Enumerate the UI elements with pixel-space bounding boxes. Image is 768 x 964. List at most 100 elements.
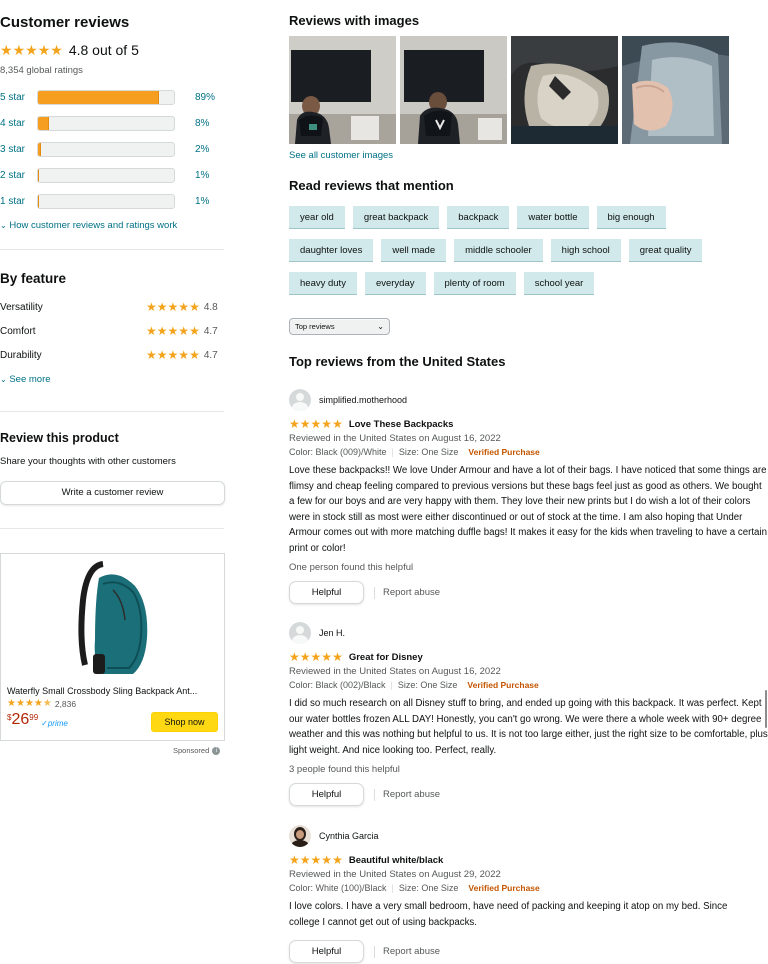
avatar: [289, 622, 311, 644]
histogram-percent[interactable]: 2%: [195, 144, 209, 155]
product-image[interactable]: [73, 560, 153, 678]
mention-chip[interactable]: school year: [523, 272, 595, 295]
divider: [0, 528, 224, 529]
review-attributes: Color: White (100)/Black | Size: One Size V…: [289, 883, 540, 893]
review-stars-icon: ★ ★ ★ ★ ★: [289, 853, 343, 867]
chevron-down-icon: ⌄: [377, 322, 384, 331]
histogram-label[interactable]: 5 star: [0, 92, 37, 103]
review-image-thumb[interactable]: [511, 36, 618, 144]
feature-stars-icon: ★ ★ ★ ★ ★: [146, 348, 200, 362]
shop-now-button[interactable]: Shop now: [151, 712, 218, 732]
author-name[interactable]: Jen H.: [319, 628, 345, 638]
chevron-down-icon: ⌄: [0, 221, 7, 230]
mention-chip[interactable]: plenty of room: [433, 272, 516, 295]
mention-chip[interactable]: well made: [381, 239, 447, 262]
mention-chip[interactable]: big enough: [596, 206, 666, 229]
see-more-link[interactable]: ⌄ See more: [0, 374, 51, 385]
verified-purchase-badge: Verified Purchase: [468, 447, 540, 457]
review-title-row[interactable]: ★ ★ ★ ★ ★ Love These Backpacks: [289, 418, 768, 430]
histogram-percent[interactable]: 8%: [195, 118, 209, 129]
histogram-percent[interactable]: 89%: [195, 92, 215, 103]
see-more-label[interactable]: See more: [9, 374, 50, 385]
mention-chip[interactable]: everyday: [364, 272, 426, 295]
price-whole: 26: [11, 711, 30, 728]
review-author[interactable]: Cynthia Garcia: [289, 825, 768, 847]
histogram-percent[interactable]: 1%: [195, 170, 209, 181]
ad-stars-icon: ★ ★ ★ ★ ★: [7, 698, 52, 709]
histogram-label[interactable]: 4 star: [0, 118, 37, 129]
review-title[interactable]: Love These Backpacks: [349, 419, 454, 430]
review-body: I did so much research on all Disney stu…: [289, 698, 768, 756]
mention-chip[interactable]: high school: [550, 239, 621, 262]
review-color: Color: White (100)/Black: [289, 883, 387, 893]
how-ratings-work-link[interactable]: ⌄ How customer reviews and ratings work: [0, 220, 177, 231]
author-name[interactable]: Cynthia Garcia: [319, 831, 379, 841]
histogram-bar[interactable]: [37, 89, 175, 105]
review-title-row[interactable]: ★ ★ ★ ★ ★ Beautiful white/black: [289, 854, 768, 866]
histogram-percent[interactable]: 1%: [195, 196, 209, 207]
sort-dropdown[interactable]: Top reviews ⌄: [289, 318, 390, 335]
report-abuse-link[interactable]: Report abuse: [374, 586, 440, 599]
write-review-button[interactable]: Write a customer review: [0, 481, 225, 505]
review-title[interactable]: Beautiful white/black: [349, 855, 444, 866]
feature-value: 4.8: [203, 301, 218, 313]
histogram-row-5[interactable]: 5 star 89%: [0, 84, 215, 110]
feature-stars-icon: ★ ★ ★ ★ ★: [146, 324, 200, 338]
histogram-row-2[interactable]: 2 star 1%: [0, 162, 215, 188]
mention-chip[interactable]: great quality: [628, 239, 703, 262]
helpful-button[interactable]: Helpful: [289, 783, 364, 806]
histogram-label[interactable]: 2 star: [0, 170, 37, 181]
review-date: Reviewed in the United States on August …: [289, 869, 501, 880]
mention-chip[interactable]: middle schooler: [454, 239, 543, 262]
sponsored-product-ad[interactable]: Waterfly Small Crossbody Sling Backpack …: [0, 553, 225, 741]
helpful-count: 3 people found this helpful: [289, 764, 400, 775]
review-color: Color: Black (002)/Black: [289, 680, 386, 690]
histogram-bar[interactable]: [37, 141, 175, 157]
how-ratings-work-label[interactable]: How customer reviews and ratings work: [9, 220, 177, 231]
histogram-bar[interactable]: [37, 193, 175, 209]
review-image-thumb[interactable]: [289, 36, 396, 144]
histogram-row-1[interactable]: 1 star 1%: [0, 188, 215, 214]
mention-chip[interactable]: great backpack: [352, 206, 440, 229]
review-author[interactable]: Jen H.: [289, 622, 768, 644]
mention-chip[interactable]: heavy duty: [289, 272, 357, 295]
review-author[interactable]: simplified.motherhood: [289, 389, 768, 411]
feature-row: Versatility ★ ★ ★ ★ ★ 4.8: [0, 295, 226, 319]
ad-product-title[interactable]: Waterfly Small Crossbody Sling Backpack …: [7, 686, 219, 696]
review-image-thumb[interactable]: [400, 36, 507, 144]
mention-chip[interactable]: backpack: [447, 206, 510, 229]
mention-chip[interactable]: daughter loves: [289, 239, 374, 262]
ad-rating[interactable]: ★ ★ ★ ★ ★ 2,836: [7, 698, 76, 710]
feature-stars-icon: ★ ★ ★ ★ ★: [146, 300, 200, 314]
histogram-row-3[interactable]: 3 star 2%: [0, 136, 215, 162]
helpful-button[interactable]: Helpful: [289, 940, 364, 963]
reviews-with-images-title: Reviews with images: [289, 13, 420, 28]
info-icon[interactable]: i: [212, 746, 221, 755]
review-product-title: Review this product: [0, 431, 119, 445]
mention-chip[interactable]: water bottle: [517, 206, 589, 229]
report-abuse-link[interactable]: Report abuse: [374, 945, 440, 958]
histogram-bar[interactable]: [37, 115, 175, 131]
mention-chip[interactable]: year old: [289, 206, 345, 229]
prime-badge-icon: ✓prime: [41, 719, 68, 728]
review-size: Size: One Size: [398, 883, 459, 893]
review-body: I love colors. I have a very small bedro…: [289, 901, 728, 928]
by-feature-title: By feature: [0, 271, 67, 286]
see-all-images-link[interactable]: See all customer images: [289, 150, 393, 161]
histogram-bar[interactable]: [37, 167, 175, 183]
scrollbar-thumb[interactable]: [765, 690, 767, 728]
helpful-button[interactable]: Helpful: [289, 581, 364, 604]
helpful-count: One person found this helpful: [289, 562, 414, 573]
review-image-thumb[interactable]: [622, 36, 729, 144]
review-card: Jen H. ★ ★ ★ ★ ★ Great for Disney Reviewed i…: [289, 622, 768, 806]
feature-value: 4.7: [203, 349, 218, 361]
review-title[interactable]: Great for Disney: [349, 652, 423, 663]
histogram-row-4[interactable]: 4 star 8%: [0, 110, 215, 136]
report-abuse-link[interactable]: Report abuse: [374, 788, 440, 801]
feature-name: Comfort: [0, 325, 36, 337]
sponsored-label[interactable]: Sponsored i: [173, 746, 221, 755]
histogram-label[interactable]: 1 star: [0, 196, 37, 207]
histogram-label[interactable]: 3 star: [0, 144, 37, 155]
author-name[interactable]: simplified.motherhood: [319, 395, 407, 405]
review-title-row[interactable]: ★ ★ ★ ★ ★ Great for Disney: [289, 651, 768, 663]
